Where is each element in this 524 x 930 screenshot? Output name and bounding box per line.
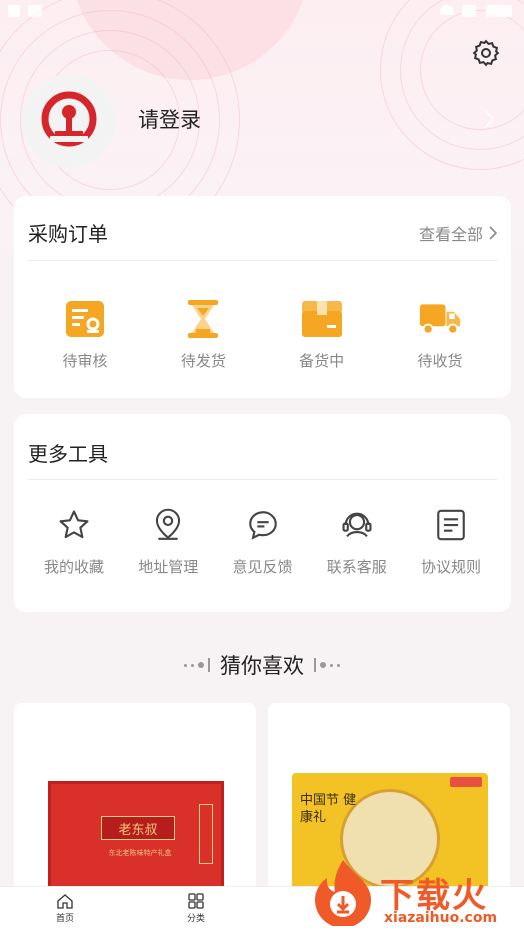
chat-icon (242, 504, 284, 546)
tool-label: 联系客服 (326, 558, 387, 576)
divider (28, 479, 497, 480)
tools-grid: 我的收藏 地址管理 意见反馈 联系客服 协议规则 (14, 504, 511, 577)
product-subtitle: 东北老陈味特产礼盒 (108, 849, 172, 857)
battery-icon (486, 5, 512, 17)
view-all-link[interactable]: 查看全部 (419, 221, 497, 245)
tool-label: 我的收藏 (43, 558, 104, 576)
tool-agreement[interactable]: 协议规则 (411, 504, 491, 577)
location-icon (147, 504, 189, 546)
tools-card: 更多工具 我的收藏 地址管理 意见反馈 联系客服 协议规则 (14, 414, 511, 612)
wifi-icon (440, 5, 454, 15)
product-label-box: 老东叔 (101, 816, 175, 840)
nav-home[interactable]: 首页 (35, 893, 95, 924)
truck-icon (419, 298, 461, 340)
gear-icon[interactable] (471, 38, 501, 68)
tool-address[interactable]: 地址管理 (128, 504, 208, 577)
nav-category[interactable]: 分类 (166, 893, 226, 924)
star-icon (53, 504, 95, 546)
watermark-url: xiazaihuo.com (384, 910, 498, 926)
status-notification-icon (28, 5, 42, 17)
login-label[interactable]: 请登录 (138, 104, 201, 134)
status-square-icon (8, 5, 20, 17)
nav-label: 分类 (186, 914, 205, 924)
view-all-label: 查看全部 (418, 225, 483, 244)
home-icon (57, 894, 73, 909)
product-image: 老东叔 东北老陈味特产礼盒 (48, 781, 224, 903)
order-status-pending-review[interactable]: 待审核 (55, 298, 115, 371)
tool-feedback[interactable]: 意见反馈 (223, 504, 303, 577)
order-status-label: 待发货 (180, 352, 226, 370)
divider (28, 260, 497, 261)
order-status-label: 备货中 (299, 352, 345, 370)
box-icon (301, 298, 343, 340)
product-side-text (199, 804, 213, 864)
order-status-pending-receive[interactable]: 待收货 (410, 298, 470, 371)
product-name: 老东叔 (118, 822, 158, 838)
tool-label: 协议规则 (420, 558, 481, 576)
headset-icon (336, 504, 378, 546)
document-icon (430, 504, 472, 546)
order-status-pending-ship[interactable]: 待发货 (173, 298, 233, 371)
hourglass-icon (182, 298, 224, 340)
nav-label: 首页 (55, 914, 74, 924)
signal-icon (462, 5, 476, 17)
avatar[interactable] (22, 74, 116, 168)
railway-logo-icon (41, 91, 97, 147)
recommend-header: 猜你喜欢 (0, 650, 524, 680)
status-bar (0, 0, 524, 24)
orders-title: 采购订单 (28, 222, 108, 246)
order-status-label: 待收货 (417, 352, 463, 370)
tool-customer-service[interactable]: 联系客服 (317, 504, 397, 577)
chevron-right-icon (489, 226, 497, 240)
order-status-label: 待审核 (62, 352, 108, 370)
orders-card: 采购订单 查看全部 待审核 待发货 备货中 待收货 (14, 196, 511, 398)
recommend-title: 猜你喜欢 (220, 654, 304, 678)
tools-title: 更多工具 (28, 442, 108, 466)
tool-label: 意见反馈 (232, 558, 293, 576)
flame-logo-icon (315, 860, 371, 926)
decor-dots-right (314, 658, 340, 672)
order-status-preparing[interactable]: 备货中 (292, 298, 352, 371)
tool-label: 地址管理 (138, 558, 199, 576)
grid-icon (188, 893, 204, 909)
orders-grid: 待审核 待发货 备货中 待收货 (14, 298, 511, 371)
decor-dots-left (184, 658, 210, 672)
tool-favorites[interactable]: 我的收藏 (34, 504, 114, 577)
product-card[interactable]: 老东叔 东北老陈味特产礼盒 (14, 703, 256, 903)
watermark-logo: 下载火 xiazaihuo.com (308, 850, 524, 930)
chevron-right-icon[interactable] (482, 108, 496, 130)
product-name: 中国节 健康礼 (300, 793, 357, 825)
product-badge (450, 777, 482, 787)
review-icon (64, 298, 106, 340)
